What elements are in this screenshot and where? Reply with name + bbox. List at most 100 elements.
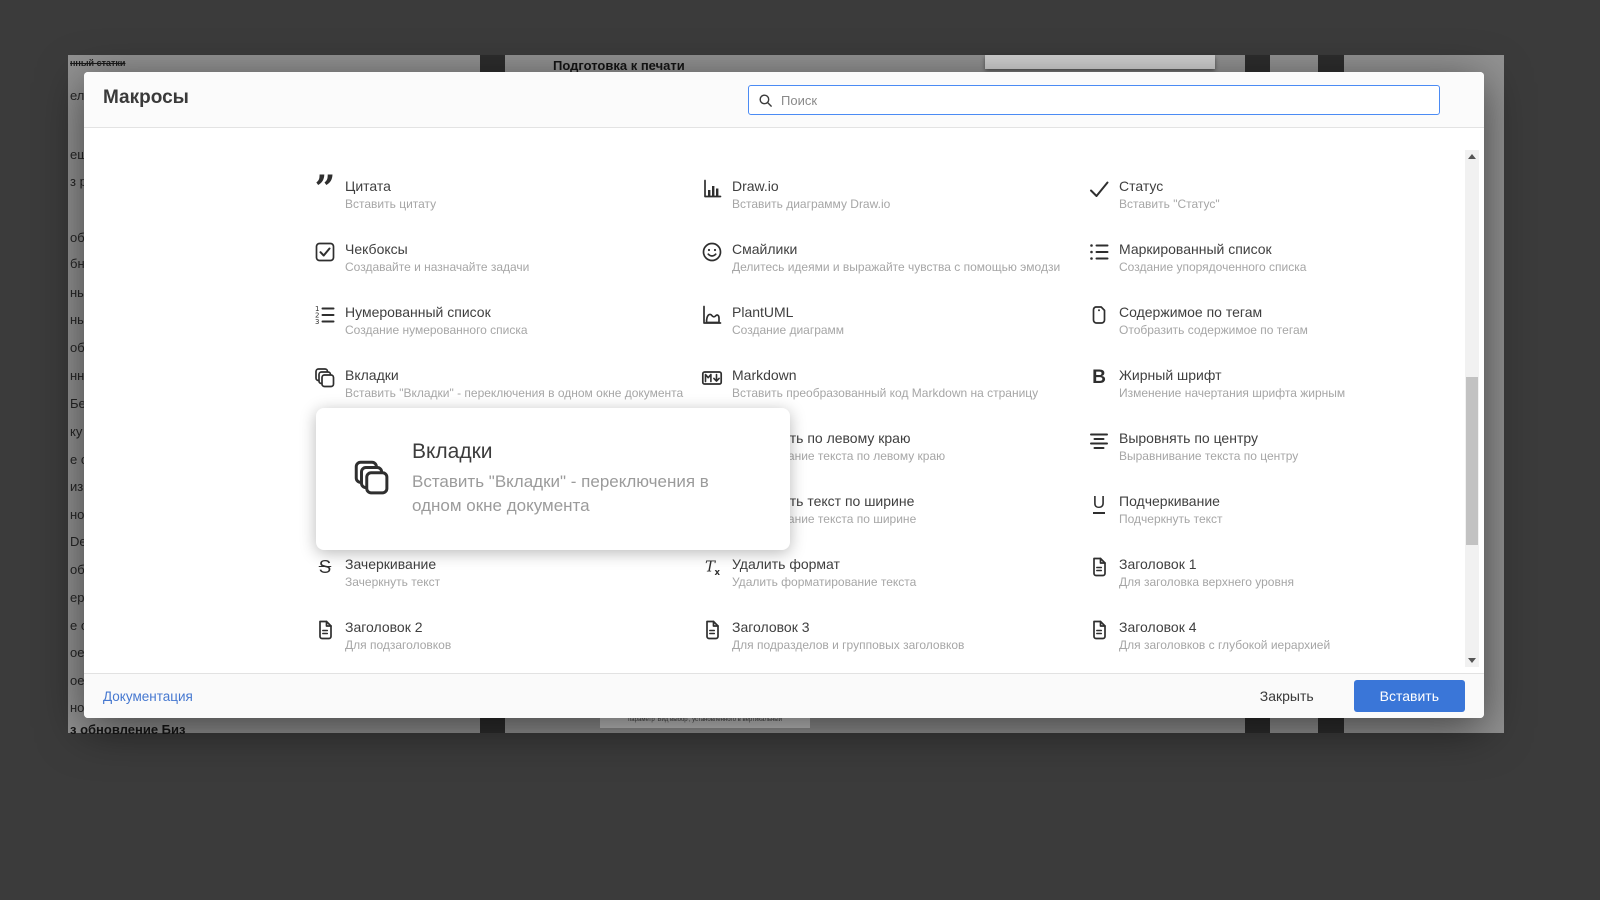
heading-icon	[1087, 555, 1111, 579]
background-text-fragment: Бе	[70, 396, 85, 411]
macro-title: Подчеркивание	[1119, 493, 1220, 509]
close-button[interactable]: Закрыть	[1250, 682, 1324, 710]
macro-subtitle: Вставить преобразованный код Markdown на…	[732, 386, 1039, 400]
macro-item[interactable]: ” Цитата Вставить цитату	[313, 167, 700, 241]
status-icon	[1087, 177, 1111, 201]
macro-title: Удалить формат	[732, 556, 840, 572]
macro-subtitle: Отобразить содержимое по тегам	[1119, 323, 1308, 337]
macro-subtitle: Удалить форматирование текста	[732, 575, 917, 589]
macro-text: Выровнять по центру Выравнивание текста п…	[1119, 430, 1474, 464]
macro-item[interactable]: Чекбоксы Создавайте и назначайте задачи	[313, 241, 700, 304]
macro-text: Жирный шрифт Изменение начертания шрифта …	[1119, 367, 1474, 401]
macro-item[interactable]: Статус Вставить "Статус"	[1087, 178, 1474, 241]
search-input[interactable]	[781, 92, 1431, 108]
svg-text:3: 3	[315, 318, 319, 326]
macro-item[interactable]: Заголовок 4 Для заголовков с глубокой иер…	[1087, 619, 1474, 673]
macro-subtitle: Вставить цитату	[345, 197, 437, 211]
background-text-fragment: об	[70, 230, 85, 245]
macro-subtitle: Зачеркнуть текст	[345, 575, 441, 589]
background-text-fragment: бн	[70, 256, 85, 271]
background-text-fragment: ку	[70, 424, 83, 439]
background-text-fragment: з р	[70, 174, 85, 189]
macro-item[interactable]: Маркированный список Создание упорядоченн…	[1087, 241, 1474, 304]
macro-title: Draw.io	[732, 178, 779, 194]
macro-subtitle: Для подзаголовков	[345, 638, 452, 652]
macro-title: Чекбоксы	[345, 241, 408, 257]
scroll-up-arrow[interactable]	[1468, 154, 1476, 159]
macro-text: PlantUML Создание диаграмм	[732, 304, 1087, 338]
dialog-header: Макросы	[84, 72, 1484, 128]
macro-item[interactable]: Draw.io Вставить диаграмму Draw.io	[700, 178, 1087, 241]
background-text-fragment: ели	[70, 88, 85, 103]
macro-item[interactable]: U Подчеркивание Подчеркнуть текст	[1087, 493, 1474, 556]
search-icon	[757, 92, 774, 109]
macro-title: Смайлики	[732, 241, 798, 257]
background-text-fragment: нный статки	[70, 58, 126, 68]
background-text-fragment: но	[70, 700, 85, 715]
heading-icon	[313, 618, 337, 642]
markdown-icon	[700, 366, 724, 390]
macro-title: Маркированный список	[1119, 241, 1272, 257]
macro-subtitle: Подчеркнуть текст	[1119, 512, 1223, 526]
search-box[interactable]	[748, 85, 1440, 115]
macro-text: Содержимое по тегам Отобразить содержимое…	[1119, 304, 1474, 338]
strikethrough-icon: S	[318, 555, 332, 577]
macro-item[interactable]: Заголовок 2 Для подзаголовков	[313, 619, 700, 673]
plantuml-icon	[700, 303, 724, 327]
macro-title: Содержимое по тегам	[1119, 304, 1263, 320]
tooltip-text: Вкладки Вставить "Вкладки" - переключени…	[412, 440, 727, 518]
macro-item[interactable]: Содержимое по тегам Отобразить содержимое…	[1087, 304, 1474, 367]
numbered-list-icon: 123	[313, 303, 337, 327]
scroll-down-arrow[interactable]	[1468, 658, 1476, 663]
checkbox-icon	[313, 240, 337, 264]
background-text-fragment: з обновление Биз	[70, 722, 186, 737]
dialog-body: ” Цитата Вставить цитату Draw.io Вставить ди…	[84, 128, 1484, 673]
tooltip-subtitle: Вставить "Вкладки" - переключения в одно…	[412, 472, 709, 515]
tabs-icon	[350, 457, 394, 501]
macro-text: Заголовок 4 Для заголовков с глубокой иер…	[1119, 619, 1474, 653]
macro-item[interactable]: Выровнять по центру Выравнивание текста п…	[1087, 430, 1474, 493]
scrollbar-thumb[interactable]	[1466, 377, 1478, 545]
background-text-fragment: е о	[70, 618, 85, 633]
macro-item[interactable]: Смайлики Делитесь идеями и выражайте чувс…	[700, 241, 1087, 304]
svg-text:x: x	[715, 568, 721, 578]
scrollbar[interactable]	[1465, 150, 1479, 667]
macro-item[interactable]: Заголовок 3 Для подразделов и групповых з…	[700, 619, 1087, 673]
macro-text: Заголовок 2 Для подзаголовков	[345, 619, 700, 653]
background-text-fragment: ны	[70, 285, 85, 300]
tooltip-title: Вкладки	[412, 440, 493, 463]
macro-item[interactable]: Заголовок 1 Для заголовка верхнего уровня	[1087, 556, 1474, 619]
macro-title: PlantUML	[732, 304, 794, 320]
macro-item[interactable]: B Жирный шрифт Изменение начертания шрифта…	[1087, 367, 1474, 430]
desktop-background: нный статки Подготовка к печати ели ещ з р…	[0, 0, 1600, 900]
macro-item[interactable]: Tx Удалить формат Удалить форматирование т…	[700, 556, 1087, 619]
macro-item[interactable]: 1 2 3 Нумерованный список Создание нумерован…	[313, 304, 700, 367]
align-center-icon	[1087, 429, 1111, 453]
macro-subtitle: Вставить "Вкладки" - переключения в одно…	[345, 386, 684, 400]
background-text-fragment: ое	[70, 673, 85, 688]
macro-title: Нумерованный список	[345, 304, 491, 320]
background-text-fragment: ер	[70, 590, 85, 605]
background-text-fragment: обь	[70, 340, 85, 355]
macro-subtitle: Для заголовка верхнего уровня	[1119, 575, 1294, 589]
background-text-fragment: об	[70, 562, 85, 577]
insert-button[interactable]: Вставить	[1353, 680, 1465, 712]
macro-item[interactable]: PlantUML Создание диаграмм	[700, 304, 1087, 367]
macro-title: Зачеркивание	[345, 556, 437, 572]
macro-subtitle: Делитесь идеями и выражайте чувства с по…	[732, 260, 1061, 274]
macro-subtitle: Для заголовков с глубокой иерархией	[1119, 638, 1331, 652]
macro-subtitle: Выравнивание текста по центру	[1119, 449, 1299, 463]
macro-item[interactable]: S Зачеркивание Зачеркнуть текст	[313, 556, 700, 619]
background-text-fragment: но	[70, 507, 85, 522]
macro-subtitle: Создание диаграмм	[732, 323, 845, 337]
background-text-fragment: е с	[70, 452, 85, 467]
macro-text: Вкладки Вставить "Вкладки" - переключения…	[345, 367, 700, 401]
quote-icon: ”	[314, 167, 336, 210]
underline-icon: U	[1087, 492, 1111, 516]
macro-title: Вкладки	[345, 367, 399, 383]
macro-title: Заголовок 1	[1119, 556, 1197, 572]
documentation-link[interactable]: Документация	[103, 689, 193, 704]
macro-title: Заголовок 3	[732, 619, 810, 635]
heading-icon	[1087, 618, 1111, 642]
tabs-icon	[313, 366, 337, 390]
